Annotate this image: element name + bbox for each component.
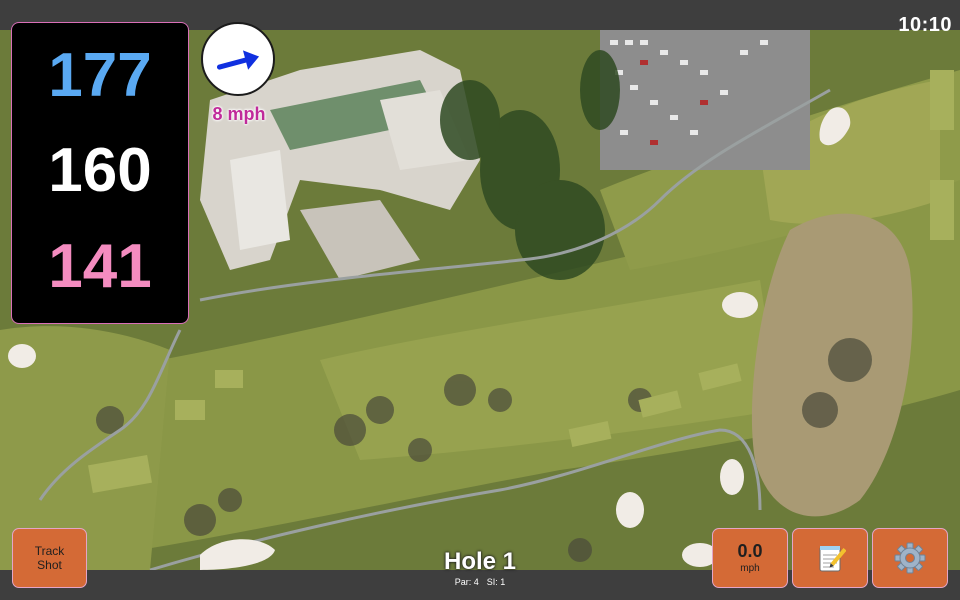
wind-speed-label: 8 mph: [212, 104, 266, 124]
speed-value: 0.0: [737, 541, 763, 561]
wind-arrow-icon: [216, 50, 260, 70]
track-shot-label-line2: Shot: [37, 558, 62, 572]
hole-info: Par: 4 SI: 1: [380, 577, 580, 587]
wind-direction-dial: [201, 22, 275, 96]
settings-button[interactable]: [872, 528, 948, 588]
back-yardage: 177: [48, 41, 152, 110]
status-clock: 10:10: [898, 14, 952, 36]
stroke-index-label: SI: 1: [486, 577, 506, 587]
track-shot-label-line1: Track: [34, 544, 65, 558]
front-yardage: 141: [48, 232, 152, 301]
notepad-icon: [819, 546, 846, 572]
gear-icon: [894, 542, 926, 574]
track-shot-button[interactable]: Track Shot: [12, 528, 87, 588]
speed-unit: mph: [740, 563, 760, 574]
notes-button[interactable]: [792, 528, 868, 588]
yardage-panel: 177 160 141: [11, 22, 189, 324]
par-label: Par: 4: [454, 577, 479, 587]
hole-title: Hole 1: [443, 548, 517, 575]
middle-yardage: 160: [48, 136, 152, 205]
shot-speed-button[interactable]: 0.0 mph: [712, 528, 788, 588]
